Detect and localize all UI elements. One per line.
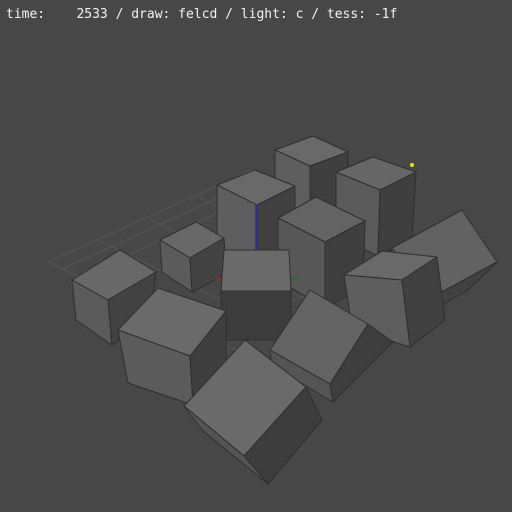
status-readout: time: 2533 / draw: felcd / light: c / te… (6, 7, 398, 22)
cube-center[interactable] (220, 249, 292, 341)
light-marker[interactable] (410, 163, 414, 167)
3d-viewport[interactable]: time: 2533 / draw: felcd / light: c / te… (0, 0, 512, 512)
scene-canvas[interactable] (0, 0, 512, 512)
cube[interactable] (159, 221, 227, 293)
